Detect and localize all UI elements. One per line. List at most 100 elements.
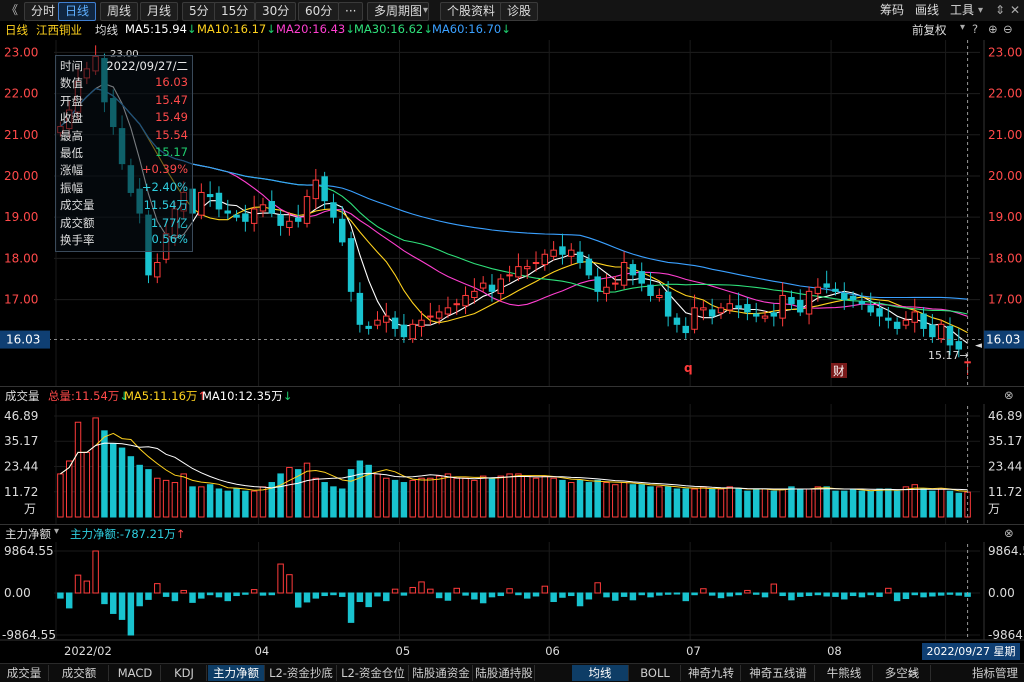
indicator-tab-7[interactable]: 陆股通资金 <box>410 665 473 681</box>
main-net-bar <box>101 592 108 605</box>
main-net-bar <box>700 588 707 594</box>
overlay-tab-4[interactable]: 牛熊线 <box>816 665 873 681</box>
overlay-tab-1[interactable]: BOLL <box>630 665 681 681</box>
volume-bar <box>250 490 258 518</box>
volume-bar <box>286 466 293 518</box>
candle-body <box>726 303 734 311</box>
volume-legend-0[interactable]: 总量:11.54万↓ <box>48 388 129 404</box>
candle-body <box>691 307 698 330</box>
overlay-tab-5[interactable]: 多空线 <box>874 665 931 681</box>
volume-bar <box>198 486 205 518</box>
main-net-bar <box>206 592 214 596</box>
volume-bar <box>453 477 460 518</box>
candle-body <box>629 264 637 276</box>
volume-bar <box>893 490 901 518</box>
main-net-bar <box>303 592 311 603</box>
main-net-bar <box>250 589 258 594</box>
main-net-bar <box>488 592 496 598</box>
main-net-bar <box>435 592 443 599</box>
main-net-bar <box>92 550 99 594</box>
price-tick-right: 20.00 <box>988 169 1022 183</box>
volume-bar <box>682 488 689 518</box>
candle-body <box>832 288 839 292</box>
overlay-tab-2[interactable]: 神奇九转 <box>682 665 741 681</box>
main-net-bar <box>189 592 196 603</box>
finance-marker[interactable]: 财 <box>833 364 845 378</box>
tooltip-key: 最高 <box>60 128 83 143</box>
event-marker-q[interactable]: q <box>684 361 693 375</box>
indicator-tab-5[interactable]: L2-资金抄底 <box>266 665 337 681</box>
candle-body <box>250 208 258 224</box>
main-net-bar <box>735 592 742 596</box>
main-net-bar <box>294 592 302 608</box>
volume-legend-2[interactable]: MA10:12.35万↓ <box>202 388 292 404</box>
volume-bar <box>797 488 804 518</box>
volume-bar <box>858 490 866 518</box>
candle-body <box>532 262 540 265</box>
volume-bar <box>585 482 593 518</box>
main-net-bar <box>647 592 654 598</box>
volume-bar <box>110 443 117 518</box>
volume-title[interactable]: 成交量 <box>5 388 40 404</box>
main-net-bar <box>365 592 372 608</box>
volume-bar <box>726 486 734 518</box>
volume-tick-left: 11.72 <box>4 485 38 499</box>
main-net-bar <box>612 592 619 601</box>
indicator-tab-3[interactable]: KDJ <box>162 665 207 681</box>
overlay-tab-3[interactable]: 神奇五线谱 <box>742 665 815 681</box>
main-net-bar <box>788 592 795 601</box>
volume-bar <box>444 473 452 518</box>
volume-bar <box>479 475 487 518</box>
flow-tick-left: -9864.55 <box>2 628 56 642</box>
volume-bar <box>594 479 601 518</box>
volume-legend-text: 总量:11.54万 <box>48 389 120 403</box>
candle-body <box>656 294 663 299</box>
x-tick-label: 05 <box>396 644 411 658</box>
indicator-tab-1[interactable]: 成交额 <box>50 665 109 681</box>
volume-close-icon[interactable]: ⊗ <box>1004 388 1014 402</box>
main-net-bar <box>198 592 205 599</box>
main-net-bar <box>215 592 223 598</box>
indicator-tab-0[interactable]: 成交量 <box>0 665 49 681</box>
main-net-bar <box>832 592 839 597</box>
candle-body <box>955 341 963 350</box>
flow-title[interactable]: 主力净额 <box>5 526 51 542</box>
main-net-bar <box>57 592 64 599</box>
candle-body <box>559 246 566 255</box>
main-net-bar <box>779 592 786 597</box>
main-net-bar <box>418 581 425 594</box>
overlay-tab-0[interactable]: 均线 <box>572 665 629 681</box>
flow-close-icon[interactable]: ⊗ <box>1004 526 1014 540</box>
volume-bar <box>400 482 408 518</box>
candle-body <box>383 315 390 323</box>
volume-bar <box>550 477 557 518</box>
volume-bar <box>920 488 927 518</box>
volume-tick-right: 35.17 <box>988 434 1022 448</box>
indicator-tab-2[interactable]: MACD <box>110 665 161 681</box>
candle-body <box>215 192 223 210</box>
volume-bar <box>656 486 663 518</box>
main-net-bar <box>506 588 513 594</box>
indicator-tab-4[interactable]: 主力净额 <box>208 665 265 681</box>
volume-bar <box>515 473 522 518</box>
candle-body <box>761 315 769 319</box>
volume-bar <box>629 484 637 518</box>
candle-body <box>700 307 707 311</box>
main-net-bar <box>118 592 126 620</box>
indicator-manage-button[interactable]: 指标管理 <box>966 665 1024 681</box>
main-net-bar <box>259 592 267 596</box>
candle-body <box>664 291 672 317</box>
main-net-bar <box>550 592 557 603</box>
tooltip-value: 15.47 <box>155 92 188 107</box>
main-net-bar <box>682 592 689 602</box>
flow-dropdown-icon[interactable]: ▾ <box>54 526 59 537</box>
volume-legend-1[interactable]: MA5:11.16万↑ <box>124 388 207 404</box>
price-tick-right: 22.00 <box>988 87 1022 101</box>
indicator-tab-6[interactable]: L2-资金仓位 <box>338 665 409 681</box>
indicator-tab-8[interactable]: 陆股通持股 <box>474 665 535 681</box>
main-net-bar <box>383 592 390 602</box>
more-indicators-icon[interactable]: > <box>904 665 922 681</box>
volume-bar <box>427 477 434 518</box>
volume-bar <box>937 488 945 518</box>
main-net-bar <box>911 592 918 596</box>
